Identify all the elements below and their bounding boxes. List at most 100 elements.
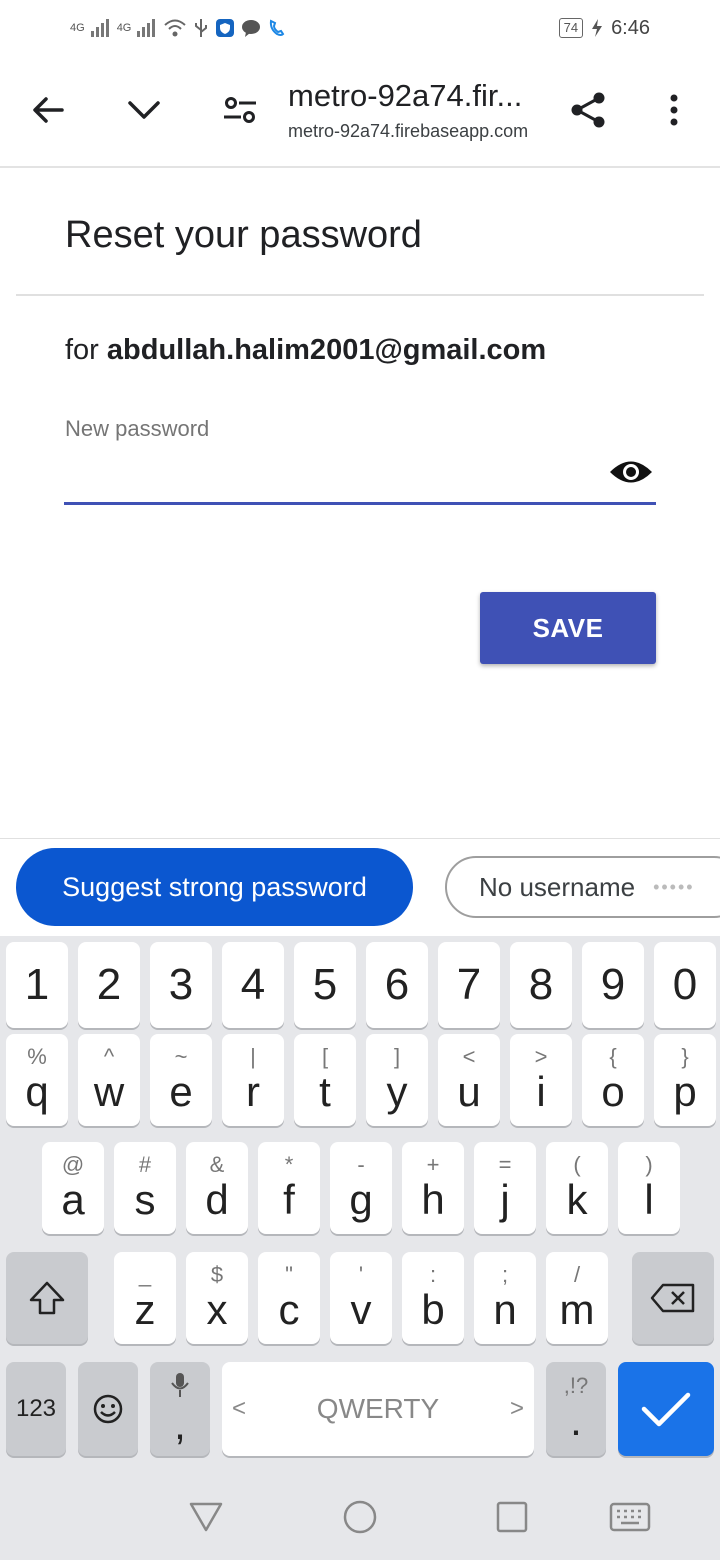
wifi-icon (164, 19, 187, 37)
toggle-visibility-button[interactable] (606, 452, 656, 492)
nav-recents-icon (496, 1501, 528, 1533)
key-8[interactable]: 8 (510, 942, 572, 1028)
symbols-key[interactable]: 123 (6, 1362, 66, 1456)
key-z[interactable]: _ z (114, 1252, 176, 1344)
soft-keyboard: 1 2 3 4 5 6 7 8 9 0% q ^ w ~ e | r[t] y < u > i{o} p @ a # s & d * f - g… (0, 936, 720, 1560)
key-t[interactable]: [t (294, 1034, 356, 1126)
backspace-icon (650, 1283, 695, 1313)
key-j[interactable]: = j (474, 1142, 536, 1234)
emoji-key[interactable] (78, 1362, 138, 1456)
key-g[interactable]: -g (330, 1142, 392, 1234)
key-2[interactable]: 2 (78, 942, 140, 1028)
key-a[interactable]: @ a (42, 1142, 104, 1234)
key-6-label: 6 (384, 960, 410, 1009)
key-b[interactable]: :b (402, 1252, 464, 1344)
space-arrow-left: < (232, 1395, 247, 1422)
key-j-hint: = (498, 1152, 512, 1177)
key-i[interactable]: > i (510, 1034, 572, 1126)
key-f-hint: * (284, 1152, 294, 1177)
charging-icon (592, 19, 603, 37)
usb-icon (195, 19, 208, 37)
key-j-label: j (500, 1176, 510, 1223)
key-i-label: i (536, 1068, 546, 1115)
minimize-button[interactable] (120, 86, 168, 134)
no-username-chip[interactable]: No username ••••• (445, 856, 720, 918)
key-0[interactable]: 0 (654, 942, 716, 1028)
key-r[interactable]: | r (222, 1034, 284, 1126)
key-s[interactable]: # s (114, 1142, 176, 1234)
nav-recents-button[interactable] (486, 1495, 538, 1539)
key-v[interactable]: ' v (330, 1252, 392, 1344)
key-u-label: u (457, 1068, 481, 1115)
key-c[interactable]: " c (258, 1252, 320, 1344)
key-e[interactable]: ~ e (150, 1034, 212, 1126)
backspace-key[interactable] (632, 1252, 714, 1344)
key-4[interactable]: 4 (222, 942, 284, 1028)
key-m[interactable]: / m (546, 1252, 608, 1344)
keyboard-icon (609, 1502, 651, 1532)
key-t-hint: [ (321, 1044, 329, 1069)
period-key-label: . (570, 1397, 582, 1444)
key-y-label: y (386, 1068, 408, 1115)
key-5[interactable]: 5 (294, 942, 356, 1028)
back-button[interactable] (24, 86, 72, 134)
key-3[interactable]: 3 (150, 942, 212, 1028)
key-d[interactable]: & d (186, 1142, 248, 1234)
key-k[interactable]: (k (546, 1142, 608, 1234)
key-7-label: 7 (456, 960, 482, 1009)
key-r-hint: | (250, 1044, 256, 1069)
period-key[interactable]: ,!?. (546, 1362, 606, 1456)
save-button[interactable]: SAVE (480, 592, 656, 664)
key-x-label: x (206, 1286, 228, 1333)
key-7[interactable]: 7 (438, 942, 500, 1028)
key-y[interactable]: ] y (366, 1034, 428, 1126)
key-l[interactable]: ) l (618, 1142, 680, 1234)
key-x-hint: $ (210, 1262, 224, 1287)
more-options-button[interactable] (650, 86, 698, 134)
nav-home-icon (343, 1500, 377, 1534)
key-q-label: q (25, 1068, 49, 1115)
key-m-hint: / (573, 1262, 581, 1287)
browser-toolbar: metro-92a74.fir... metro-92a74.firebasea… (0, 56, 720, 168)
key-6[interactable]: 6 (366, 942, 428, 1028)
key-p[interactable]: } p (654, 1034, 716, 1126)
period-key-hint: ,!? (563, 1373, 589, 1398)
new-password-input[interactable] (64, 446, 656, 505)
key-1[interactable]: 1 (6, 942, 68, 1028)
key-x[interactable]: $ x (186, 1252, 248, 1344)
share-button[interactable] (564, 86, 612, 134)
signal-icon-2 (137, 19, 156, 37)
site-settings-button[interactable] (216, 86, 264, 134)
key-q[interactable]: % q (6, 1034, 68, 1126)
key-f-label: f (283, 1176, 295, 1223)
comma-key[interactable]: , (150, 1362, 210, 1456)
key-n[interactable]: ; n (474, 1252, 536, 1344)
key-o[interactable]: {o (582, 1034, 644, 1126)
key-9[interactable]: 9 (582, 942, 644, 1028)
key-i-hint: > (534, 1044, 548, 1069)
nav-back-button[interactable] (180, 1495, 232, 1539)
comma-key-label: , (174, 1400, 186, 1448)
chat-icon (242, 20, 261, 37)
space-layout-label: QWERTY (316, 1393, 440, 1424)
key-f[interactable]: * f (258, 1142, 320, 1234)
suggest-password-chip[interactable]: Suggest strong password (16, 848, 413, 926)
key-u[interactable]: < u (438, 1034, 500, 1126)
status-time: 6:46 (611, 16, 650, 39)
arrow-back-icon (33, 97, 64, 123)
key-w[interactable]: ^ w (78, 1034, 140, 1126)
key-5-label: 5 (312, 960, 338, 1009)
enter-key[interactable] (618, 1362, 714, 1456)
key-h[interactable]: + h (402, 1142, 464, 1234)
account-email: abdullah.halim2001@gmail.com (106, 334, 547, 366)
space-key[interactable]: < QWERTY > (222, 1362, 534, 1456)
key-k-hint: ( (573, 1152, 581, 1177)
shift-key[interactable] (6, 1252, 88, 1344)
nav-keyboard-button[interactable] (604, 1495, 656, 1539)
key-g-label: g (349, 1176, 373, 1223)
key-8-label: 8 (528, 960, 554, 1009)
battery-icon: 74 (558, 18, 584, 38)
nav-home-button[interactable] (334, 1495, 386, 1539)
key-b-hint: : (429, 1262, 437, 1287)
key-2-label: 2 (96, 960, 122, 1009)
